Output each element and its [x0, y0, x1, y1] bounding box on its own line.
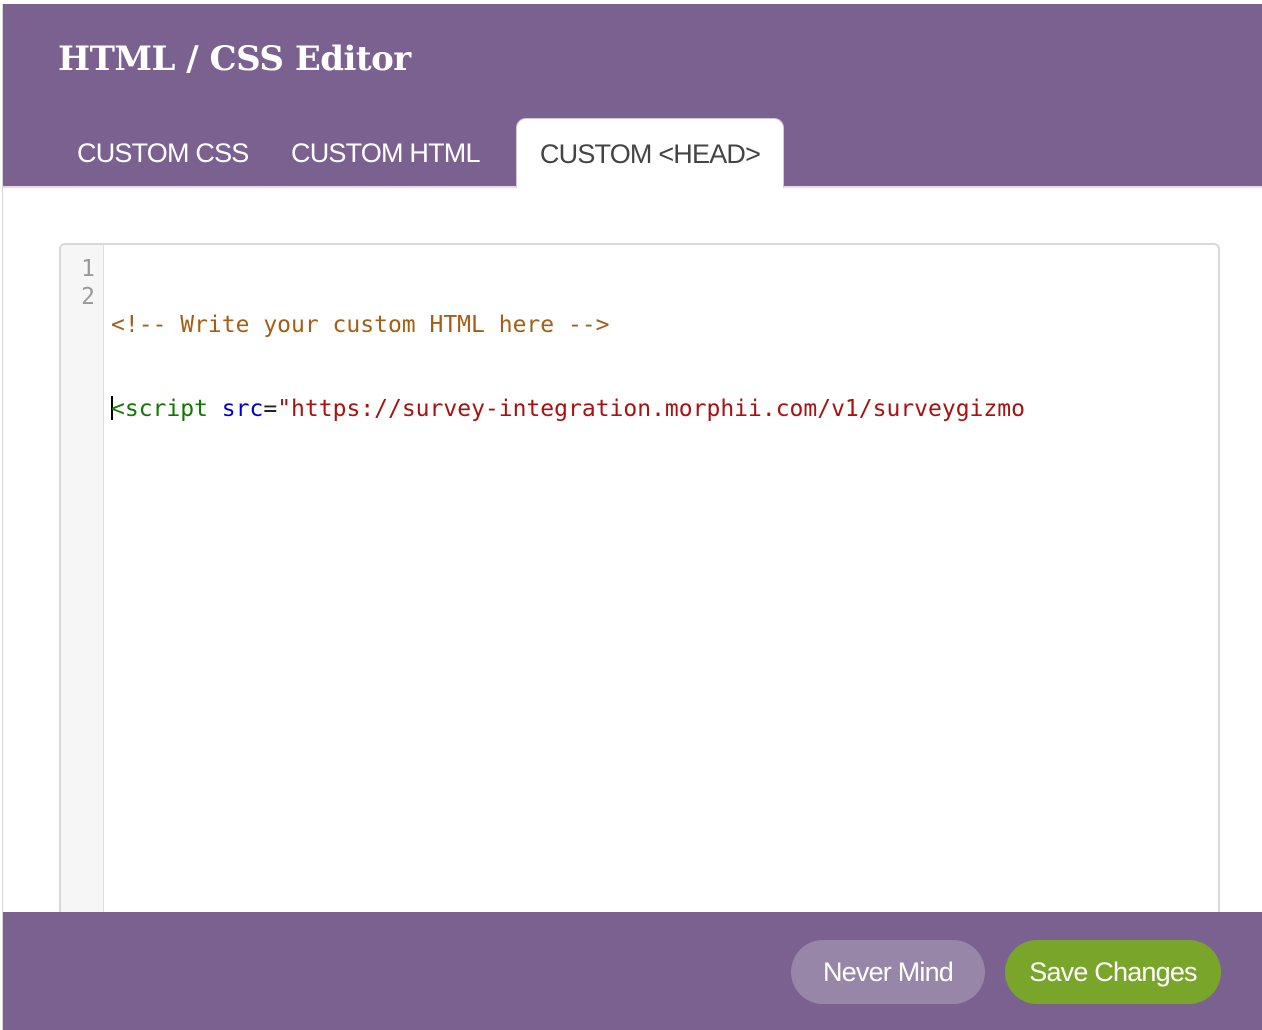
line-number-gutter: 1 2 — [61, 245, 104, 941]
line-number: 2 — [81, 284, 95, 310]
line-number: 1 — [81, 256, 95, 282]
never-mind-button[interactable]: Never Mind — [791, 940, 985, 1004]
tab-custom-head[interactable]: CUSTOM <HEAD> — [516, 118, 784, 188]
code-equals: = — [263, 396, 278, 422]
code-tag: <script — [111, 396, 208, 422]
modal-footer: Never Mind Save Changes — [3, 912, 1262, 1030]
code-attribute: src — [221, 396, 264, 422]
tab-custom-css[interactable]: CUSTOM CSS — [77, 118, 249, 188]
modal-header: HTML / CSS Editor CUSTOM CSS CUSTOM HTML… — [3, 4, 1262, 188]
code-comment: <!-- Write your custom HTML here --> — [111, 312, 610, 338]
html-css-editor-modal: HTML / CSS Editor CUSTOM CSS CUSTOM HTML… — [2, 4, 1262, 1030]
modal-title: HTML / CSS Editor — [58, 39, 411, 79]
code-editor[interactable]: 1 2 <!-- Write your custom HTML here -->… — [59, 243, 1220, 943]
code-string: "https://survey-integration.morphii.com/… — [277, 396, 1025, 422]
code-line: <script src="https://survey-integration.… — [111, 395, 1218, 423]
code-line: <!-- Write your custom HTML here --> — [111, 311, 1218, 339]
code-content[interactable]: <!-- Write your custom HTML here --> <sc… — [111, 255, 1218, 479]
save-changes-button[interactable]: Save Changes — [1005, 940, 1221, 1004]
tab-custom-html[interactable]: CUSTOM HTML — [291, 118, 481, 188]
